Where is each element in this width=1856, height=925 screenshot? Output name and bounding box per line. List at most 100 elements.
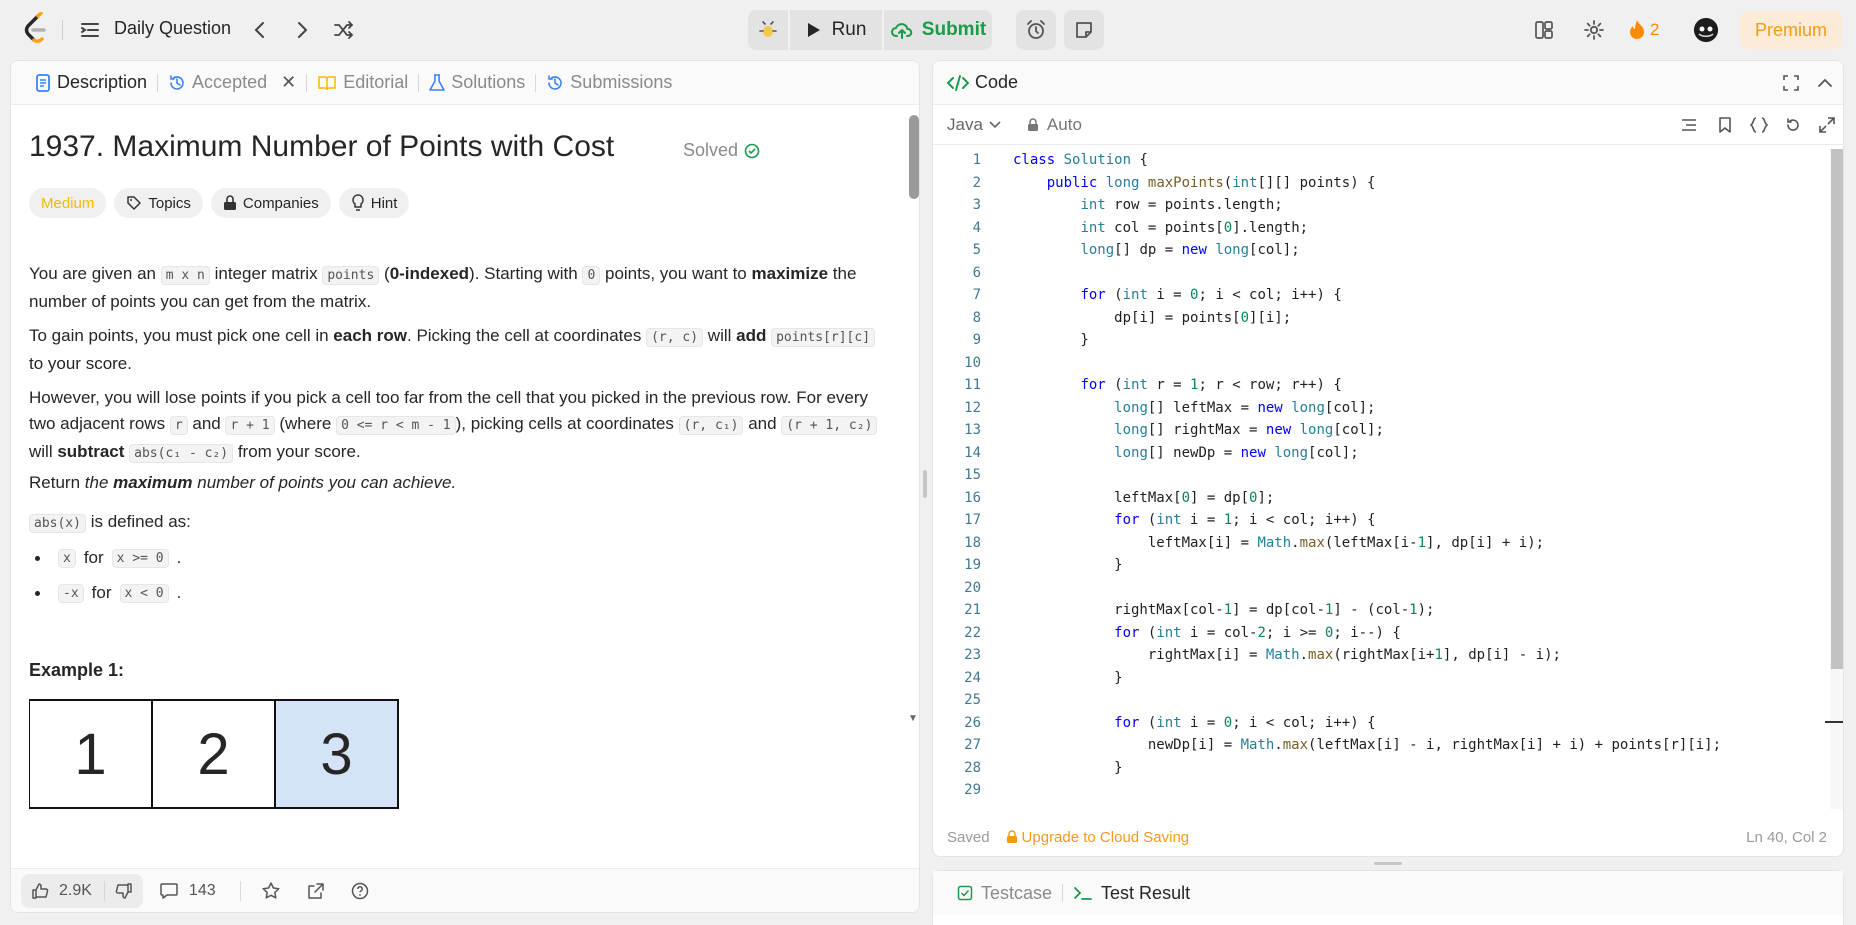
scroll-down-arrow[interactable]: ▼ (908, 713, 918, 724)
upgrade-cloud-link[interactable]: Upgrade to Cloud Saving (1006, 829, 1189, 846)
share-button[interactable] (307, 882, 325, 900)
code-line[interactable]: 2 public long maxPoints(int[][] points) … (933, 172, 1833, 195)
favorite-button[interactable] (261, 881, 281, 901)
settings-gear-icon[interactable] (1580, 16, 1608, 44)
debug-button[interactable] (748, 10, 788, 50)
expand-icon[interactable] (1817, 115, 1837, 135)
code-line[interactable]: 9 } (933, 329, 1833, 352)
flask-icon (429, 73, 446, 91)
problem-title[interactable]: 1937. Maximum Number of Points with Cost (29, 130, 614, 164)
run-button[interactable]: Run (790, 10, 882, 50)
code-line[interactable]: 22 for (int i = col-2; i >= 0; i--) { (933, 622, 1833, 645)
code-line[interactable]: 29 (933, 779, 1833, 802)
code-line[interactable]: 14 long[] newDp = new long[col]; (933, 442, 1833, 465)
code-line[interactable]: 10 (933, 352, 1833, 375)
streak-count: 2 (1650, 20, 1660, 39)
code-line[interactable]: 23 rightMax[i] = Math.max(rightMax[i+1],… (933, 644, 1833, 667)
scrollbar-thumb[interactable] (909, 115, 919, 199)
leetcode-logo-icon[interactable] (20, 11, 52, 48)
code-line[interactable]: 26 for (int i = 0; i < col; i++) { (933, 712, 1833, 735)
line-number: 19 (964, 557, 981, 573)
tab-label: Testcase (981, 882, 1053, 903)
example-title: Example 1: (29, 660, 125, 680)
paragraph-intro: You are given an m x n integer matrix po… (29, 264, 857, 311)
code-line[interactable]: 19 } (933, 554, 1833, 577)
code-line[interactable]: 16 leftMax[0] = dp[0]; (933, 487, 1833, 510)
code-line[interactable]: 11 for (int r = 1; r < row; r++) { (933, 374, 1833, 397)
line-content: class Solution { (1013, 152, 1148, 168)
comments-button[interactable]: 143 (159, 882, 216, 900)
close-tab-icon[interactable]: ✕ (281, 72, 296, 93)
topics-chip[interactable]: Topics (114, 188, 203, 218)
random-problem-icon[interactable] (330, 16, 358, 44)
auto-mode[interactable]: Auto (1027, 115, 1082, 135)
code-editor[interactable]: 1 class Solution {2 public long maxPoints… (933, 149, 1833, 809)
language-select[interactable]: Java (947, 115, 983, 135)
code-line[interactable]: 24 } (933, 667, 1833, 690)
description-panel: Description Accepted ✕ Editorial Solutio… (10, 60, 920, 913)
tab-accepted[interactable]: Accepted ✕ (158, 61, 306, 105)
reset-icon[interactable] (1783, 115, 1803, 135)
book-icon (318, 75, 336, 90)
code-line[interactable]: 12 long[] leftMax = new long[col]; (933, 397, 1833, 420)
collapse-icon[interactable] (1815, 73, 1835, 93)
maximize-icon[interactable] (1781, 73, 1801, 93)
submit-label: Submit (921, 19, 987, 40)
tab-solutions[interactable]: Solutions (419, 61, 535, 105)
test-tabbar: Testcase Test Result (933, 871, 1843, 915)
daily-question-title[interactable]: Daily Question (114, 18, 231, 39)
tab-description[interactable]: Description (25, 61, 157, 105)
streak-counter[interactable]: 2 (1628, 16, 1659, 44)
code-line[interactable]: 6 (933, 262, 1833, 285)
code-line[interactable]: 3 int row = points.length; (933, 194, 1833, 217)
bookmark-icon[interactable] (1715, 115, 1735, 135)
horizontal-resize-handle[interactable] (1374, 862, 1402, 865)
hint-chip[interactable]: Hint (338, 188, 410, 218)
code-line[interactable]: 27 newDp[i] = Math.max(leftMax[i] - i, r… (933, 734, 1833, 757)
tab-editorial[interactable]: Editorial (307, 61, 418, 105)
code-line[interactable]: 15 (933, 464, 1833, 487)
notes-button[interactable] (1064, 10, 1104, 50)
code-line[interactable]: 7 for (int i = 0; i < col; i++) { (933, 284, 1833, 307)
format-icon[interactable] (1679, 115, 1699, 135)
prev-problem-icon[interactable] (246, 16, 274, 44)
code-line[interactable]: 4 int col = points[0].length; (933, 217, 1833, 240)
tab-test-result[interactable]: Test Result (1063, 883, 1200, 904)
code-line[interactable]: 20 (933, 577, 1833, 600)
code-line[interactable]: 25 (933, 689, 1833, 712)
layout-icon[interactable] (1530, 16, 1558, 44)
like-button[interactable]: 2.9K (21, 880, 105, 901)
code-line[interactable]: 21 rightMax[col-1] = dp[col-1] - (col-1)… (933, 599, 1833, 622)
premium-button[interactable]: Premium (1740, 11, 1842, 49)
curly-braces-icon[interactable] (1749, 115, 1769, 135)
line-number: 15 (964, 467, 981, 483)
editor-scrollbar-thumb[interactable] (1831, 149, 1843, 669)
next-problem-icon[interactable] (288, 16, 316, 44)
alarm-clock-icon (1027, 20, 1045, 39)
tab-submissions[interactable]: Submissions (536, 61, 682, 105)
code-line[interactable]: 13 long[] rightMax = new long[col]; (933, 419, 1833, 442)
panel-resize-handle[interactable] (923, 470, 927, 498)
submit-button[interactable]: Submit (884, 10, 992, 50)
line-number: 16 (964, 489, 981, 506)
code-line[interactable]: 18 leftMax[i] = Math.max(leftMax[i-1], d… (933, 532, 1833, 555)
code-line[interactable]: 28 } (933, 757, 1833, 780)
code-line[interactable]: 1 class Solution { (933, 149, 1833, 172)
code-line[interactable]: 17 for (int i = 1; i < col; i++) { (933, 509, 1833, 532)
tab-testcase[interactable]: Testcase (947, 883, 1062, 904)
help-button[interactable] (351, 882, 369, 900)
code-title: Code (975, 72, 1019, 92)
problem-list-icon[interactable] (78, 18, 102, 42)
code-line[interactable]: 8 dp[i] = points[0][i]; (933, 307, 1833, 330)
paragraph-rules: To gain points, you must pick one cell i… (29, 323, 889, 377)
timer-button[interactable] (1016, 10, 1056, 50)
line-number: 9 (972, 332, 981, 348)
line-number: 23 (964, 647, 981, 663)
dislike-button[interactable] (105, 882, 143, 900)
user-avatar[interactable] (1694, 18, 1718, 42)
chevron-down-icon[interactable] (989, 120, 1001, 129)
companies-chip[interactable]: Companies (210, 188, 331, 218)
line-content: rightMax[col-1] = dp[col-1] - (col-1); (1013, 602, 1435, 618)
code-line[interactable]: 5 long[] dp = new long[col]; (933, 239, 1833, 262)
history-icon (170, 74, 184, 90)
